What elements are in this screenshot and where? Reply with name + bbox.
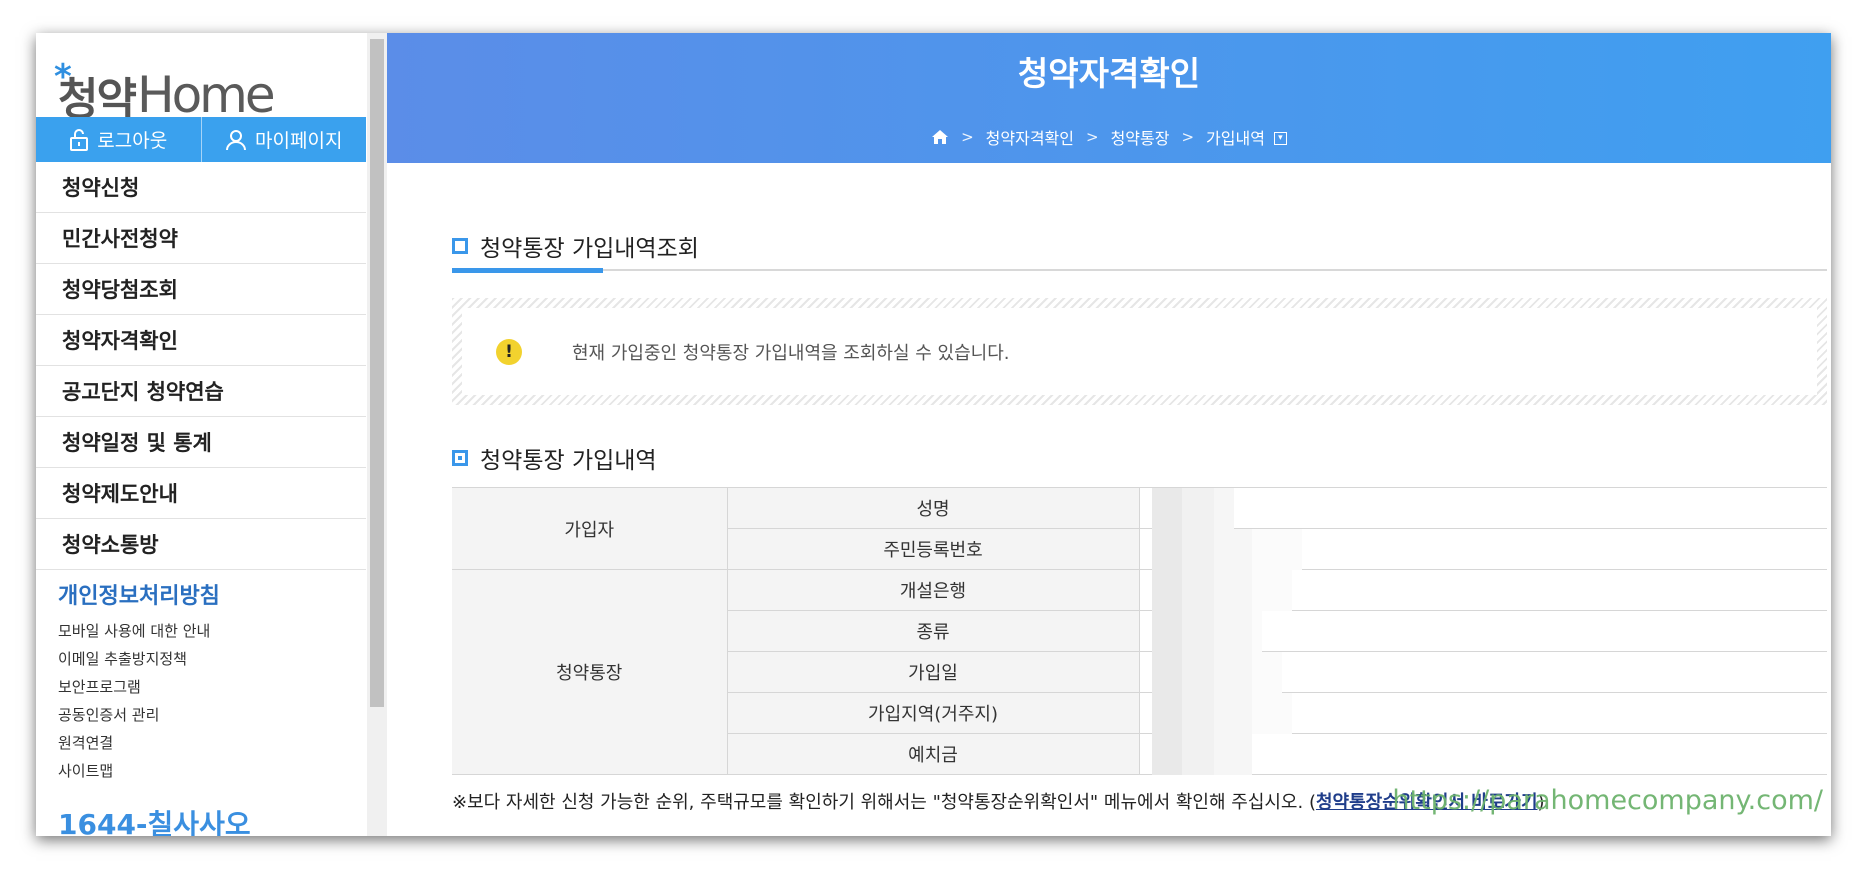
section-title: 청약통장 가입내역조회 [480, 236, 699, 262]
link-remote[interactable]: 원격연결 [58, 729, 210, 757]
sidebar-item-winning-check[interactable]: 청약당첨조회 [36, 264, 366, 315]
field-value-redacted [1139, 569, 1827, 611]
mypage-button[interactable]: 마이페이지 [200, 117, 367, 162]
sidebar-item-system-guide[interactable]: 청약제도안내 [36, 468, 366, 519]
link-sitemap[interactable]: 사이트맵 [58, 757, 210, 785]
sidebar-scrollbar[interactable] [367, 33, 387, 836]
footnote-text: ※보다 자세한 신청 가능한 순위, 주택규모를 확인하기 위해서는 "청약통장… [452, 792, 1316, 813]
field-value-redacted [1139, 692, 1827, 734]
breadcrumb: > 청약자격확인 > 청약통장 > 가입내역 ▾ [387, 125, 1831, 149]
sidebar-item-private-pre-subscription[interactable]: 민간사전청약 [36, 213, 366, 264]
field-label: 성명 [727, 487, 1140, 529]
square-bullet-icon [452, 238, 468, 254]
field-value-redacted [1139, 528, 1827, 570]
subscription-table: 가입자 성명 주민등록번호 청약통장 개설은행 종류 가입일 가입지역(거주지)… [452, 487, 1827, 775]
watermark: https://parahomecompany.com/ [1392, 785, 1823, 816]
group-header-subscriber: 가입자 [452, 487, 728, 570]
logo-english: Home [136, 66, 276, 124]
sidebar-item-community[interactable]: 청약소통방 [36, 519, 366, 570]
phone-number: 1644-칠사사오 [58, 808, 251, 836]
sidebar-item-eligibility-check[interactable]: 청약자격확인 [36, 315, 366, 366]
user-icon [226, 129, 247, 150]
table-row: 청약통장 개설은행 [452, 569, 1827, 775]
table-row: 가입자 성명 [452, 487, 1827, 570]
scrollbar-thumb[interactable] [370, 39, 384, 707]
tab-active-indicator [452, 268, 603, 273]
privacy-policy-link[interactable]: 개인정보처리방침 [58, 578, 220, 610]
group-header-account: 청약통장 [452, 569, 728, 775]
mypage-label: 마이페이지 [255, 130, 343, 152]
section-title: 청약통장 가입내역 [480, 448, 657, 474]
field-label: 주민등록번호 [727, 528, 1140, 570]
square-bullet-icon [452, 450, 468, 466]
chevron-right-icon: > [1181, 128, 1195, 146]
logout-button[interactable]: 로그아웃 [36, 117, 201, 162]
field-label: 종류 [727, 610, 1140, 652]
browser-frame: * 청약 Home 로그아웃 마이페이지 청약신청 민간사전청약 청약당첨조회 … [36, 33, 1831, 836]
page-banner: 청약자격확인 > 청약자격확인 > 청약통장 > 가입내역 ▾ [387, 33, 1831, 163]
field-value-redacted [1139, 487, 1827, 529]
sidebar-menu: 청약신청 민간사전청약 청약당첨조회 청약자격확인 공고단지 청약연습 청약일정… [36, 162, 366, 570]
field-value-redacted [1139, 610, 1827, 652]
chevron-right-icon: > [1085, 128, 1099, 146]
page-title: 청약자격확인 [1017, 54, 1201, 93]
field-label: 개설은행 [727, 569, 1140, 611]
footer-links: 모바일 사용에 대한 안내 이메일 추출방지정책 보안프로그램 공동인증서 관리… [58, 617, 210, 785]
auth-bar: 로그아웃 마이페이지 [36, 117, 366, 162]
chevron-right-icon: > [961, 128, 974, 146]
field-value-redacted [1139, 651, 1827, 693]
link-certificate[interactable]: 공동인증서 관리 [58, 701, 210, 729]
section-heading-inquiry: 청약통장 가입내역조회 [452, 229, 699, 263]
logout-label: 로그아웃 [97, 130, 168, 152]
dropdown-box-icon[interactable]: ▾ [1273, 131, 1287, 145]
notice-box: ! 현재 가입중인 청약통장 가입내역을 조회하실 수 있습니다. [452, 298, 1827, 405]
logo-star-icon: * [54, 57, 72, 97]
notice-inner: ! 현재 가입중인 청약통장 가입내역을 조회하실 수 있습니다. [462, 308, 1817, 395]
link-email-policy[interactable]: 이메일 추출방지정책 [58, 645, 210, 673]
sidebar-item-apply[interactable]: 청약신청 [36, 162, 366, 213]
sidebar: * 청약 Home 로그아웃 마이페이지 청약신청 민간사전청약 청약당첨조회 … [36, 33, 366, 836]
breadcrumb-item-current[interactable]: 가입내역 [1206, 125, 1265, 149]
footnote: ※보다 자세한 신청 가능한 순위, 주택규모를 확인하기 위해서는 "청약통장… [452, 788, 1545, 814]
home-icon[interactable] [931, 129, 949, 145]
sidebar-item-schedule-stats[interactable]: 청약일정 및 통계 [36, 417, 366, 468]
warning-icon: ! [496, 338, 522, 365]
main-content: 청약자격확인 > 청약자격확인 > 청약통장 > 가입내역 ▾ 청약통장 가입내… [387, 33, 1831, 836]
tab-divider [452, 269, 1827, 271]
notice-text: 현재 가입중인 청약통장 가입내역을 조회하실 수 있습니다. [572, 342, 1010, 364]
field-label: 예치금 [727, 733, 1140, 775]
breadcrumb-item[interactable]: 청약자격확인 [986, 125, 1074, 149]
field-label: 가입일 [727, 651, 1140, 693]
field-label: 가입지역(거주지) [727, 692, 1140, 734]
link-security-program[interactable]: 보안프로그램 [58, 673, 210, 701]
sidebar-item-practice[interactable]: 공고단지 청약연습 [36, 366, 366, 417]
section-heading-details: 청약통장 가입내역 [452, 441, 657, 475]
unlock-icon [70, 128, 89, 151]
link-mobile-guide[interactable]: 모바일 사용에 대한 안내 [58, 617, 210, 645]
breadcrumb-item[interactable]: 청약통장 [1111, 125, 1170, 149]
field-value-redacted [1139, 733, 1827, 775]
